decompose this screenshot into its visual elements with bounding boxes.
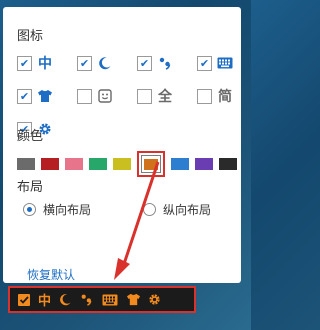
zhong-icon: 中 [38, 56, 52, 72]
icon-option-keyboard[interactable]: ✔ [197, 53, 257, 73]
checkbox-checked[interactable]: ✔ [17, 88, 32, 104]
checkbox-checked[interactable]: ✔ [197, 55, 212, 71]
icon-option-moon[interactable]: ✔ [77, 53, 137, 73]
panel-edge [242, 7, 248, 283]
layout-horizontal-label: 横向布局 [43, 203, 92, 217]
tshirt-icon[interactable] [123, 288, 144, 311]
gear-icon[interactable] [144, 288, 165, 311]
layout-section-title: 布局 [17, 180, 44, 195]
jian-icon: 简 [218, 89, 232, 105]
punctuation-icon[interactable] [76, 288, 97, 311]
icon-option-skin[interactable]: ✔ [17, 86, 77, 106]
checkbox-checked[interactable]: ✔ [137, 55, 152, 71]
moon-icon [97, 55, 113, 71]
preview-toolbar: 中 [8, 286, 196, 313]
checkbox-unchecked[interactable] [137, 88, 152, 104]
keyboard-icon [217, 55, 233, 71]
radio-selected[interactable] [23, 203, 36, 216]
moon-icon[interactable] [55, 288, 76, 311]
checkbox-checked[interactable]: ✔ [17, 55, 32, 71]
icon-row-1: ✔ 中 ✔ ✔ ✔ [17, 53, 257, 73]
checkbox-unchecked[interactable] [77, 88, 92, 104]
color-swatch-blue[interactable] [171, 158, 189, 170]
color-swatch-black[interactable] [219, 158, 237, 170]
tshirt-icon [37, 88, 53, 104]
color-swatch-purple[interactable] [195, 158, 213, 170]
checkbox-unchecked[interactable] [197, 88, 212, 104]
restore-default-link[interactable]: 恢复默认 [27, 266, 75, 283]
layout-horizontal-option[interactable]: 横向布局 [23, 201, 91, 218]
icon-option-emoticon[interactable] [77, 86, 137, 106]
color-swatch-gray[interactable] [17, 158, 35, 170]
keyboard-icon[interactable] [97, 288, 123, 311]
layout-vertical-label: 纵向布局 [163, 203, 212, 217]
icon-option-punctuation[interactable]: ✔ [137, 53, 197, 73]
color-swatch-pink[interactable] [65, 158, 83, 170]
icon-option-zhong[interactable]: ✔ 中 [17, 53, 77, 73]
colors-section-title: 颜色 [17, 129, 44, 144]
annotation-arrow-icon [114, 161, 160, 280]
emoticon-icon [97, 88, 113, 104]
icon-row-2: ✔ 全 简 [17, 86, 257, 106]
icon-option-simplified[interactable]: 简 [197, 86, 257, 106]
icons-section-title: 图标 [17, 29, 44, 44]
checkbox-checked[interactable]: ✔ [77, 55, 92, 71]
color-swatch-red[interactable] [41, 158, 59, 170]
quan-icon: 全 [158, 89, 172, 105]
icon-option-fullwidth[interactable]: 全 [137, 86, 197, 106]
logo-icon[interactable] [13, 288, 34, 311]
zhong-icon[interactable]: 中 [34, 288, 55, 311]
punctuation-icon [157, 55, 173, 71]
